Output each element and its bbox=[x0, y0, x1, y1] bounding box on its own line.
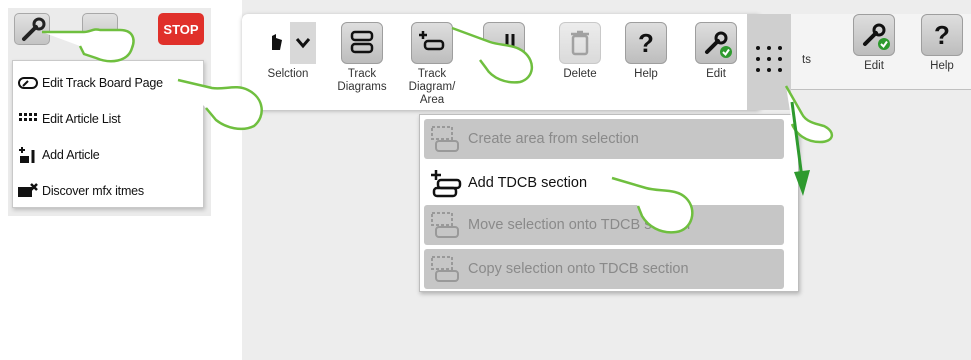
pointing-hand-icon bbox=[177, 78, 263, 131]
dropdown-item-label: Add Article bbox=[42, 148, 100, 162]
right-help-button[interactable]: ? Help bbox=[912, 14, 971, 73]
track-diagram-icon bbox=[341, 22, 383, 64]
add-area-icon bbox=[411, 22, 453, 64]
pointing-hand-icon bbox=[451, 26, 533, 84]
pointing-hand-icon bbox=[42, 28, 135, 63]
menu-item-selection[interactable]: Selction bbox=[258, 22, 318, 81]
menu-item-label: Help bbox=[634, 68, 658, 80]
dropdown-item-add-article[interactable]: Add Article bbox=[13, 137, 203, 173]
submenu-item-label: Copy selection onto TDCB section bbox=[468, 261, 689, 277]
track-board-icon bbox=[17, 74, 39, 92]
wrench-check-icon bbox=[853, 14, 895, 56]
discover-icon bbox=[17, 182, 39, 200]
help-icon: ? bbox=[921, 14, 963, 56]
wrench-check-icon bbox=[695, 22, 737, 64]
menu-item-label: Edit bbox=[706, 68, 726, 80]
add-tdcb-icon bbox=[424, 167, 468, 199]
right-edit-button[interactable]: Edit bbox=[844, 14, 904, 73]
dropdown-item-edit-article-list[interactable]: Edit Article List bbox=[13, 101, 203, 137]
menu-item-track-diagrams[interactable]: Track Diagrams bbox=[332, 22, 392, 94]
menu-item-label: Track Diagrams bbox=[337, 68, 387, 93]
dropdown-item-discover-mfx[interactable]: Discover mfx itmes bbox=[13, 173, 203, 209]
right-toolbar: ts Edit ? Help bbox=[760, 14, 971, 90]
dropdown-item-label: Edit Track Board Page bbox=[42, 76, 163, 90]
trash-icon bbox=[559, 22, 601, 64]
main-area: ts Edit ? Help Selction Track Diagrams T… bbox=[242, 0, 971, 360]
right-item-label: ts bbox=[802, 54, 811, 66]
copy-selection-icon bbox=[424, 253, 468, 285]
right-edit-label: Edit bbox=[864, 60, 884, 72]
menu-item-delete[interactable]: Delete bbox=[550, 22, 610, 81]
submenu-item-label: Add TDCB section bbox=[468, 175, 588, 191]
grid-list-icon bbox=[17, 110, 39, 128]
help-icon: ? bbox=[625, 22, 667, 64]
hand-pointer-icon bbox=[260, 22, 316, 64]
grip-dots-icon bbox=[756, 46, 782, 72]
dropdown-item-label: Discover mfx itmes bbox=[42, 184, 144, 198]
pointing-hand-icon bbox=[611, 176, 694, 234]
area-submenu: Create area from selection Add TDCB sect… bbox=[419, 114, 799, 292]
dropdown-item-edit-track-board[interactable]: Edit Track Board Page bbox=[13, 65, 203, 101]
submenu-item-move-selection[interactable]: Move selection onto TDCB section bbox=[424, 205, 784, 245]
submenu-item-add-tdcb[interactable]: Add TDCB section bbox=[424, 163, 784, 203]
drag-arrow-icon bbox=[790, 101, 810, 196]
menu-item-edit[interactable]: Edit bbox=[686, 22, 746, 81]
submenu-item-copy-selection[interactable]: Copy selection onto TDCB section bbox=[424, 249, 784, 289]
submenu-item-label: Create area from selection bbox=[468, 131, 639, 147]
menu-item-help[interactable]: ? Help bbox=[616, 22, 676, 81]
menu-item-label: Delete bbox=[563, 68, 597, 80]
submenu-item-create-area[interactable]: Create area from selection bbox=[424, 119, 784, 159]
stop-button[interactable]: STOP bbox=[158, 13, 204, 45]
create-area-icon bbox=[424, 123, 468, 155]
right-help-label: Help bbox=[930, 60, 954, 72]
add-article-icon bbox=[17, 146, 39, 164]
move-selection-icon bbox=[424, 209, 468, 241]
dropdown-item-label: Edit Article List bbox=[42, 112, 121, 126]
